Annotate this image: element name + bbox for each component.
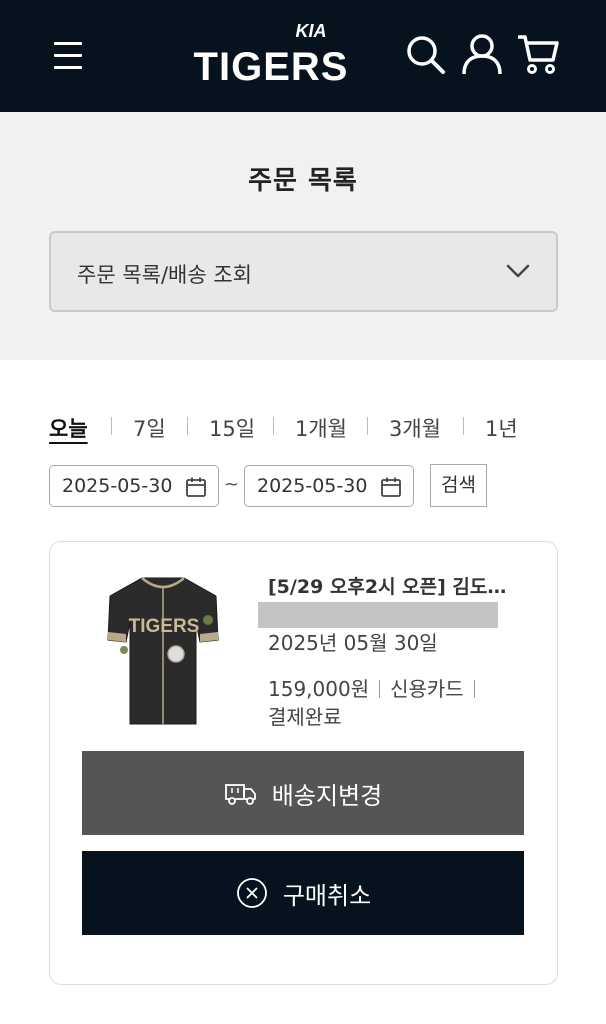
tab-1year[interactable]: 1년	[485, 413, 518, 443]
order-menu-select-value: 주문 목록/배송 조회	[77, 263, 252, 287]
cancel-order-button[interactable]: 구매취소	[82, 851, 524, 935]
svg-text:TIGERS: TIGERS	[129, 616, 200, 637]
start-date-input[interactable]: 2025-05-30	[49, 465, 219, 507]
tab-1month[interactable]: 1개월	[295, 413, 347, 443]
tab-divider	[463, 417, 464, 435]
tigers-logo[interactable]: KIA TIGERS	[176, 18, 366, 88]
tab-divider	[273, 417, 274, 435]
calendar-icon	[186, 477, 206, 497]
order-menu-select[interactable]: 주문 목록/배송 조회	[49, 231, 558, 312]
date-range-separator: ~	[224, 474, 240, 495]
tab-today[interactable]: 오늘	[49, 413, 88, 443]
search-icon[interactable]	[403, 32, 447, 76]
end-date-input[interactable]: 2025-05-30	[244, 465, 414, 507]
delivery-truck-icon	[224, 784, 256, 805]
end-date-value: 2025-05-30	[257, 475, 368, 497]
tab-divider	[367, 417, 368, 435]
product-name-link[interactable]: [5/29 오후2시 오픈] 김도…	[268, 572, 518, 599]
search-button[interactable]: 검색	[430, 464, 487, 507]
info-divider	[379, 680, 381, 698]
payment-status: 결제완료	[268, 705, 342, 729]
start-date-value: 2025-05-30	[62, 475, 173, 497]
tab-3months[interactable]: 3개월	[389, 413, 441, 443]
page-title: 주문 목록	[248, 166, 358, 196]
change-address-button[interactable]: 배송지변경	[82, 751, 524, 835]
calendar-icon	[381, 477, 401, 497]
chevron-down-icon	[506, 264, 530, 278]
redacted-text	[258, 602, 498, 628]
menu-icon[interactable]	[54, 40, 84, 70]
user-icon[interactable]	[460, 32, 504, 76]
tab-divider	[187, 417, 188, 435]
logo-kia-text: KIA	[296, 21, 327, 41]
price-row: 159,000원 신용카드	[268, 673, 485, 702]
logo-tigers-text: TIGERS	[194, 45, 349, 88]
product-image[interactable]: TIGERS	[104, 574, 222, 734]
top-header: KIA TIGERS	[0, 0, 606, 112]
order-price: 159,000원	[268, 677, 370, 701]
close-circle-icon	[236, 878, 267, 908]
payment-method: 신용카드	[390, 677, 464, 701]
tab-15days[interactable]: 15일	[209, 413, 255, 443]
info-divider	[473, 680, 475, 698]
tab-divider	[111, 417, 112, 435]
period-tabs: 오늘 7일 15일 1개월 3개월 1년	[49, 413, 558, 445]
cancel-order-label: 구매취소	[282, 881, 372, 910]
cart-icon[interactable]	[516, 32, 560, 76]
order-date: 2025년 05월 30일	[268, 631, 438, 655]
change-address-label: 배송지변경	[271, 781, 383, 810]
tab-7days[interactable]: 7일	[133, 413, 166, 443]
